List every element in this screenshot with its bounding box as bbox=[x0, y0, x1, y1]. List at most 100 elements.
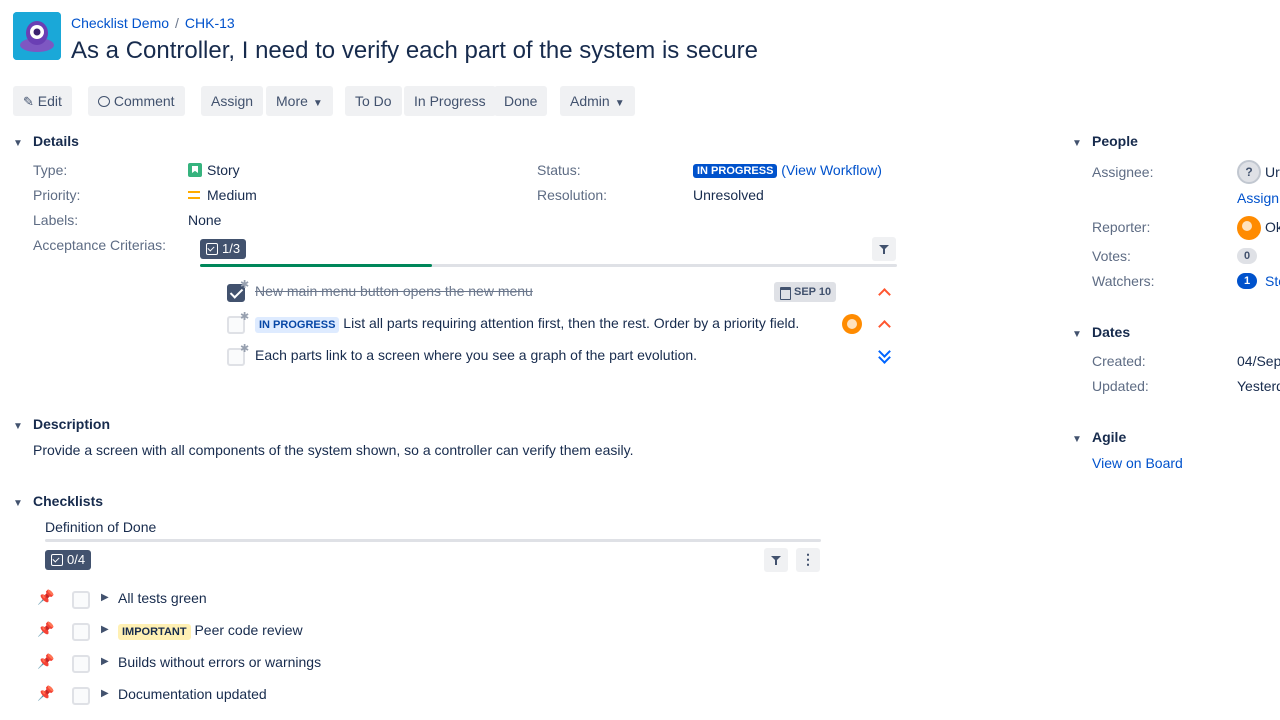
view-workflow-link[interactable]: (View Workflow) bbox=[781, 162, 882, 178]
item-status-lozenge: IN PROGRESS bbox=[255, 317, 340, 333]
checklist-item-checkbox-4[interactable] bbox=[72, 687, 90, 705]
votes-label: Votes: bbox=[1092, 248, 1131, 264]
breadcrumb: Checklist Demo / CHK-13 bbox=[71, 15, 235, 31]
more-button[interactable]: More ▼ bbox=[266, 86, 333, 116]
acceptance-filter-button[interactable] bbox=[872, 237, 896, 261]
pin-icon[interactable]: 📌 bbox=[37, 589, 54, 606]
checklists-heading: Checklists bbox=[33, 493, 104, 509]
admin-button[interactable]: Admin ▼ bbox=[560, 86, 635, 116]
checklist-counter[interactable]: 0/4 bbox=[45, 550, 92, 570]
expand-icon[interactable]: ▶ bbox=[101, 688, 109, 699]
in-progress-button[interactable]: In Progress bbox=[404, 86, 496, 116]
expand-icon[interactable]: ▶ bbox=[101, 624, 109, 635]
status-lozenge[interactable]: IN PROGRESS bbox=[693, 164, 778, 178]
details-section-header[interactable]: ▼ Details bbox=[13, 133, 79, 149]
agile-section-header[interactable]: ▼ Agile bbox=[1072, 429, 1126, 445]
description-heading: Description bbox=[33, 416, 111, 432]
description-text[interactable]: Provide a screen with all components of … bbox=[33, 442, 633, 458]
checklist-item-checkbox-1[interactable] bbox=[72, 591, 90, 609]
priority-high-icon bbox=[876, 318, 892, 330]
mandatory-asterisk-icon: ✱ bbox=[240, 279, 250, 291]
assign-to-me-link[interactable]: Assign bbox=[1237, 190, 1279, 206]
expand-icon[interactable]: ▶ bbox=[101, 592, 109, 603]
pin-icon[interactable]: 📌 bbox=[37, 621, 54, 638]
checklist-item-text-4[interactable]: Documentation updated bbox=[118, 686, 267, 702]
acceptance-counter[interactable]: 1/3 bbox=[200, 239, 247, 259]
pin-icon[interactable]: 📌 bbox=[37, 653, 54, 670]
checklist-more-button[interactable]: ⋮ bbox=[796, 548, 820, 572]
priority-medium-icon bbox=[188, 191, 200, 199]
issue-title[interactable]: As a Controller, I need to verify each p… bbox=[71, 37, 758, 65]
todo-label: To Do bbox=[355, 93, 392, 109]
mandatory-asterisk-icon: ✱ bbox=[240, 343, 250, 355]
description-section-header[interactable]: ▼ Description bbox=[13, 416, 110, 432]
more-label: More bbox=[276, 93, 308, 109]
breadcrumb-project-link[interactable]: Checklist Demo bbox=[71, 15, 169, 31]
checklists-section-header[interactable]: ▼ Checklists bbox=[13, 493, 103, 509]
unassigned-avatar-icon: ? bbox=[1237, 160, 1261, 184]
priority-label: Priority: bbox=[33, 187, 81, 203]
updated-label: Updated: bbox=[1092, 378, 1149, 394]
checklist-filter-button[interactable] bbox=[764, 548, 788, 572]
admin-label: Admin bbox=[570, 93, 610, 109]
checklist-name[interactable]: Definition of Done bbox=[45, 519, 156, 535]
checklist-item-text-1[interactable]: All tests green bbox=[118, 590, 207, 606]
watchers-count[interactable]: 1 bbox=[1237, 273, 1258, 289]
checklist-item-2[interactable]: IMPORTANT Peer code review bbox=[118, 622, 303, 640]
filter-icon bbox=[771, 556, 781, 565]
details-heading: Details bbox=[33, 133, 79, 149]
watch-link[interactable]: Sto bbox=[1265, 273, 1280, 289]
people-section-header[interactable]: ▼ People bbox=[1072, 133, 1138, 149]
due-date-chip[interactable]: SEP 10 bbox=[774, 282, 837, 302]
edit-button[interactable]: ✎ Edit bbox=[13, 86, 72, 116]
chevron-down-icon[interactable]: ▼ bbox=[1072, 329, 1086, 340]
type-value: Story bbox=[188, 162, 240, 178]
chevron-down-icon[interactable]: ▼ bbox=[1072, 434, 1086, 445]
acceptance-criterias-label: Acceptance Criterias: bbox=[33, 237, 167, 253]
reporter-value[interactable]: Ok bbox=[1265, 219, 1280, 235]
assignee-value: Ur bbox=[1265, 164, 1280, 180]
chevron-down-icon[interactable]: ▼ bbox=[1072, 138, 1086, 149]
dates-section-header[interactable]: ▼ Dates bbox=[1072, 324, 1130, 340]
resolution-value: Unresolved bbox=[693, 187, 764, 203]
acceptance-item-2[interactable]: IN PROGRESS List all parts requiring att… bbox=[255, 315, 799, 333]
comment-button[interactable]: Comment bbox=[88, 86, 185, 116]
checklist-item-text-2: Peer code review bbox=[194, 622, 303, 638]
more-vertical-icon: ⋮ bbox=[801, 551, 815, 567]
updated-value: Yesterd bbox=[1237, 378, 1280, 394]
chevron-down-icon: ▼ bbox=[312, 98, 323, 109]
story-icon bbox=[188, 163, 202, 177]
acceptance-item-text-1[interactable]: New main menu button opens the new menu bbox=[255, 283, 533, 299]
agile-heading: Agile bbox=[1092, 429, 1127, 445]
priority-high-icon bbox=[876, 286, 892, 298]
priority-lowest-icon bbox=[876, 348, 892, 362]
checklist-item-text-3[interactable]: Builds without errors or warnings bbox=[118, 654, 321, 670]
acceptance-item-text-3[interactable]: Each parts link to a screen where you se… bbox=[255, 347, 697, 363]
reporter-avatar[interactable] bbox=[1237, 216, 1261, 240]
comment-label: Comment bbox=[113, 93, 175, 109]
checklist-item-checkbox-3[interactable] bbox=[72, 655, 90, 673]
project-avatar[interactable] bbox=[13, 12, 61, 60]
status-value: IN PROGRESS (View Workflow) bbox=[693, 162, 882, 178]
chevron-down-icon: ▼ bbox=[614, 98, 625, 109]
chevron-down-icon[interactable]: ▼ bbox=[13, 498, 27, 509]
breadcrumb-issue-link[interactable]: CHK-13 bbox=[185, 15, 235, 31]
priority-value: Medium bbox=[188, 187, 257, 203]
chevron-down-icon[interactable]: ▼ bbox=[13, 421, 27, 432]
assign-button[interactable]: Assign bbox=[201, 86, 264, 116]
in-progress-label: In Progress bbox=[414, 93, 486, 109]
todo-button[interactable]: To Do bbox=[345, 86, 402, 116]
expand-icon[interactable]: ▶ bbox=[101, 656, 109, 667]
checklist-progress-bar bbox=[45, 539, 821, 542]
checklist-item-checkbox-2[interactable] bbox=[72, 623, 90, 641]
pin-icon[interactable]: 📌 bbox=[37, 685, 54, 702]
votes-count[interactable]: 0 bbox=[1237, 248, 1258, 264]
assignee-avatar[interactable] bbox=[842, 314, 862, 334]
comment-icon bbox=[98, 96, 110, 107]
labels-value[interactable]: None bbox=[188, 212, 221, 228]
chevron-down-icon[interactable]: ▼ bbox=[13, 138, 27, 149]
people-heading: People bbox=[1092, 133, 1138, 149]
resolution-label: Resolution: bbox=[537, 187, 608, 203]
view-on-board-link[interactable]: View on Board bbox=[1092, 455, 1183, 471]
done-button[interactable]: Done bbox=[494, 86, 548, 116]
